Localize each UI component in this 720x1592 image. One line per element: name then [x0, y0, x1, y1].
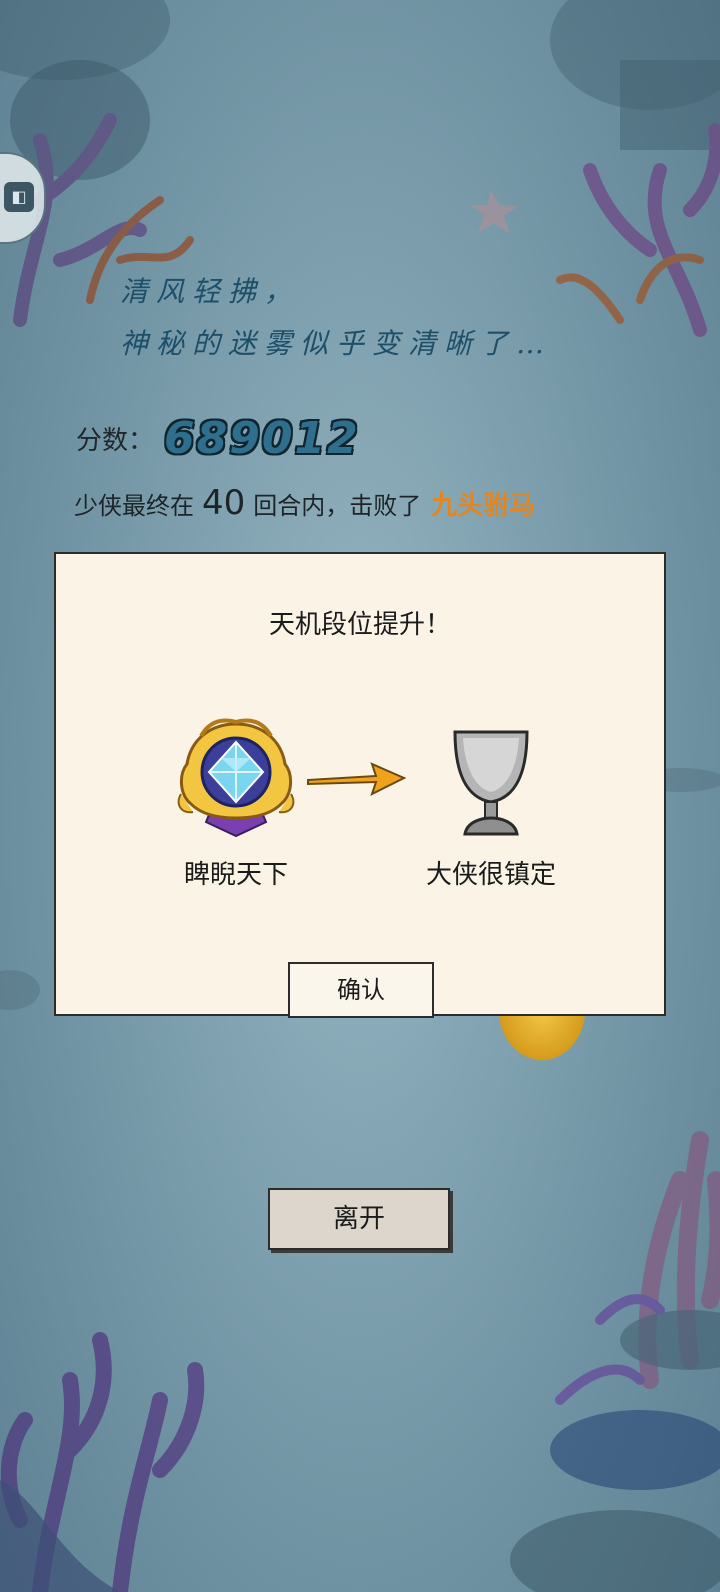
poem-text: 清风轻拂， 神秘的迷雾似乎变清晰了… [120, 266, 552, 370]
rounds-count: 40 [202, 483, 246, 523]
menu-icon: ◧ [4, 182, 34, 212]
previous-rank-label: 睥睨天下 [183, 860, 288, 890]
leave-button[interactable]: 离开 [268, 1188, 450, 1250]
score-label: 分数： [76, 425, 155, 456]
confirm-button[interactable]: 确认 [288, 962, 434, 1018]
arrow-right-icon [307, 762, 406, 796]
gold-medallion-behind-dialog [492, 1010, 592, 1068]
rank-up-dialog: 天机段位提升！ 睥睨天下 大侠很镇定 确认 [54, 552, 666, 1018]
poem-line-1: 清风轻拂， [120, 275, 301, 308]
result-prefix: 少侠最终在 [74, 491, 194, 520]
dialog-title: 天机段位提升！ [268, 610, 451, 640]
new-rank-label: 大侠很镇定 [425, 860, 556, 890]
boss-name: 九头驸马 [431, 490, 536, 521]
poem-line-2: 神秘的迷雾似乎变清晰了… [120, 327, 553, 360]
battle-result: 少侠最终在 40 回合内，击败了 九头驸马 [74, 478, 535, 528]
result-middle: 回合内，击败了 [253, 491, 422, 520]
diamond-rank-badge-icon [177, 718, 295, 838]
score-value: 689012 [164, 412, 360, 464]
score-row: 分数： 689012 [76, 410, 360, 466]
silver-cup-rank-icon [453, 730, 529, 836]
